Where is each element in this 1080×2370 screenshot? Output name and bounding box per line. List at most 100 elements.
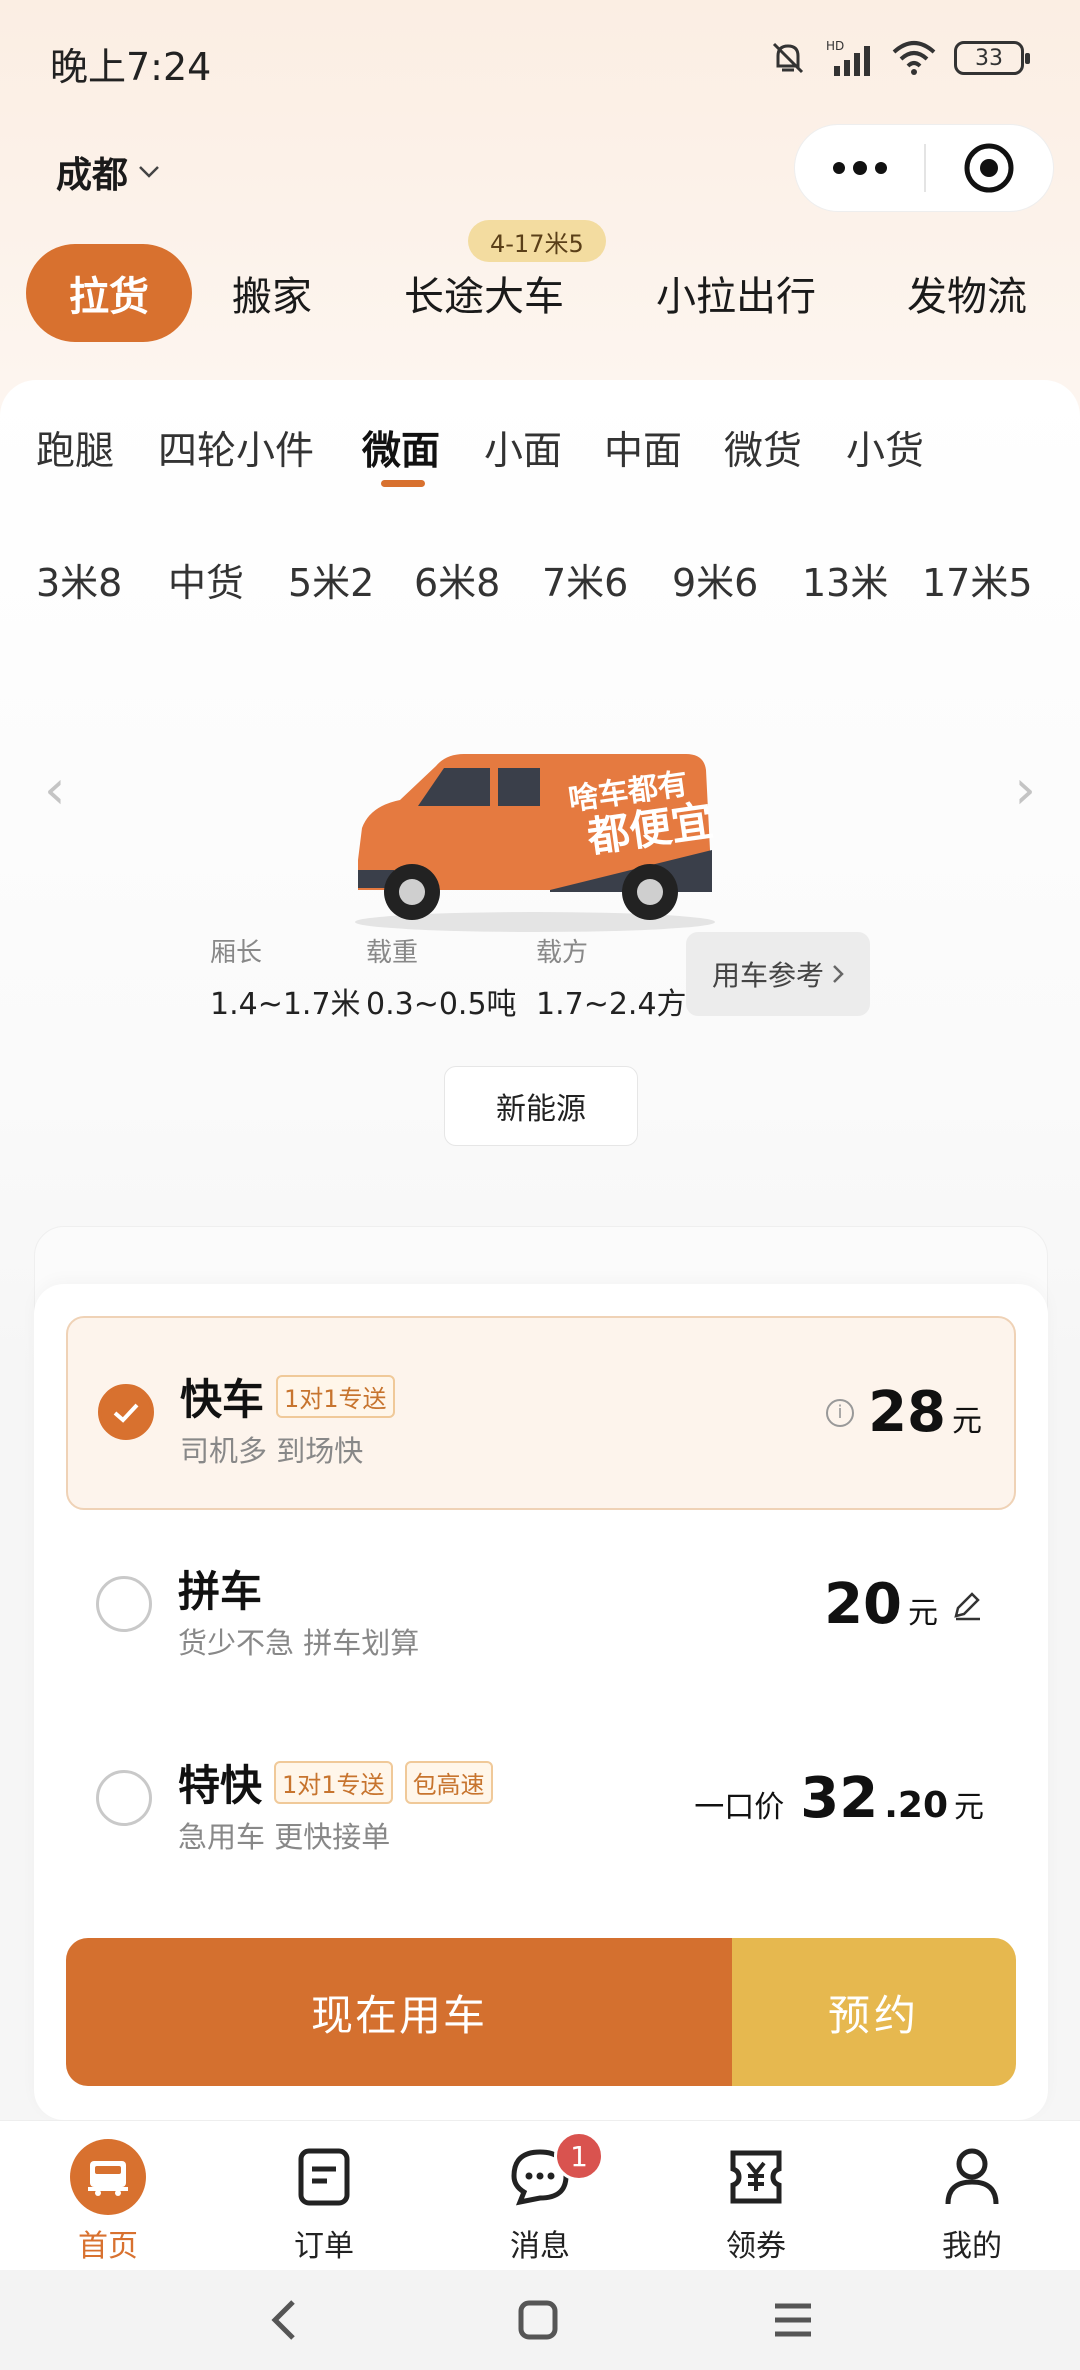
chevron-down-icon (139, 166, 159, 178)
status-time: 晚上7:24 (50, 45, 212, 89)
mini-program-capsule (794, 124, 1054, 212)
option-super-express[interactable]: 特快 1对1专送 包高速 急用车 更快接单 一口价 32 .20 元 (66, 1704, 1016, 1898)
tab-medium-van[interactable]: 中面 (604, 420, 682, 476)
option-price: i 28 元 (826, 1380, 982, 1445)
nav-label: 领券 (726, 2229, 786, 2264)
battery-icon: 33 (954, 41, 1030, 75)
option-title: 快车 1对1专送 (180, 1366, 395, 1427)
spec-label: 厢长 (210, 938, 263, 968)
tab-ride[interactable]: 小拉出行 (646, 244, 826, 342)
vehicle-reference-button[interactable]: 用车参考 (686, 932, 870, 1016)
option-subtitle: 货少不急 拼车划算 (178, 1626, 420, 1660)
nav-messages[interactable]: 1 消息 (432, 2121, 648, 2271)
close-miniprogram-button[interactable] (926, 142, 1053, 194)
spec-value: 1.4~1.7米 (210, 987, 361, 1022)
tab-small-van[interactable]: 小面 (484, 420, 562, 476)
network-type: HD (826, 39, 844, 53)
price-value: 28 (868, 1380, 946, 1445)
nav-home[interactable]: 首页 (0, 2121, 216, 2271)
next-vehicle-arrow[interactable]: › (1014, 758, 1036, 821)
tab-micro-van[interactable]: 微面 (362, 420, 440, 476)
option-express[interactable]: 快车 1对1专送 司机多 到场快 i 28 元 (66, 1316, 1016, 1510)
check-icon (113, 1403, 139, 1423)
tab-freight[interactable]: 拉货 (26, 244, 192, 342)
action-buttons: 现在用车 预约 (66, 1938, 1016, 2086)
system-navigation-bar (0, 2270, 1080, 2370)
radio-checked[interactable] (98, 1384, 154, 1440)
edit-icon[interactable] (950, 1588, 984, 1622)
option-price: 20 元 (824, 1572, 984, 1637)
price-prefix: 一口价 (694, 1790, 785, 1825)
size-tab[interactable]: 中货 (168, 552, 244, 607)
price-unit: 元 (954, 1790, 984, 1825)
nav-label: 消息 (510, 2229, 570, 2264)
tab-small-truck[interactable]: 小货 (846, 420, 924, 476)
size-tab[interactable]: 17米5 (922, 552, 1033, 607)
size-tab[interactable]: 13米 (802, 552, 888, 607)
size-tab[interactable]: 6米8 (414, 552, 500, 607)
option-name: 特快 (178, 1761, 263, 1810)
home-icon[interactable] (516, 2298, 560, 2342)
target-icon (964, 143, 1014, 193)
dot-icon (852, 161, 867, 175)
nav-label: 我的 (942, 2229, 1002, 2264)
price-unit: 元 (952, 1404, 982, 1439)
size-tab[interactable]: 3米8 (36, 552, 122, 607)
option-tag: 1对1专送 (276, 1375, 395, 1418)
option-price: 一口价 32 .20 元 (694, 1766, 984, 1831)
option-subtitle: 司机多 到场快 (180, 1434, 364, 1468)
nav-coupons[interactable]: 领券 (648, 2121, 864, 2271)
menu-icon[interactable] (771, 2300, 815, 2340)
tab-micro-truck[interactable]: 微货 (724, 420, 802, 476)
price-unit: 元 (908, 1596, 938, 1631)
coupon-icon (718, 2139, 794, 2215)
option-name: 拼车 (178, 1567, 263, 1616)
info-icon[interactable]: i (826, 1398, 855, 1427)
option-tag: 1对1专送 (274, 1761, 393, 1804)
option-carpool[interactable]: 拼车 货少不急 拼车划算 20 元 (66, 1510, 1016, 1704)
order-list-icon (286, 2139, 362, 2215)
spec-label: 载重 (366, 938, 419, 968)
tab-logistics[interactable]: 发物流 (898, 244, 1036, 342)
bottom-nav: 首页 订单 1 消息 领券 我的 (0, 2120, 1080, 2270)
size-tabs: 3米8 中货 5米2 6米8 7米6 9米6 13米 17米5 (0, 552, 1080, 612)
message-badge: 1 (554, 2131, 604, 2181)
vehicle-type-tabs: 跑腿 四轮小件 微面 小面 中面 微货 小货 (0, 420, 1080, 490)
new-energy-filter[interactable]: 新能源 (444, 1066, 638, 1146)
reserve-button[interactable]: 预约 (732, 1938, 1016, 2086)
nav-label: 订单 (294, 2229, 354, 2264)
option-subtitle: 急用车 更快接单 (178, 1820, 391, 1854)
nav-label: 首页 (78, 2229, 138, 2264)
radio-unchecked[interactable] (96, 1770, 152, 1826)
van-illustration: 啥车都有 都便宜 (355, 754, 716, 932)
tab-small-parcel[interactable]: 四轮小件 (158, 420, 314, 476)
order-options-card: 快车 1对1专送 司机多 到场快 i 28 元 拼车 货少不急 拼车划算 20 … (34, 1284, 1048, 2120)
nav-orders[interactable]: 订单 (216, 2121, 432, 2271)
dot-icon (874, 162, 887, 174)
spec-value: 0.3~0.5吨 (366, 987, 517, 1022)
radio-unchecked[interactable] (96, 1576, 152, 1632)
tab-moving[interactable]: 搬家 (212, 244, 332, 342)
tab-errand[interactable]: 跑腿 (36, 420, 114, 476)
option-title: 特快 1对1专送 包高速 (178, 1752, 493, 1813)
size-tab[interactable]: 7米6 (542, 552, 628, 607)
spec-value: 1.7~2.4方 (536, 987, 687, 1022)
truck-icon (70, 2139, 146, 2215)
spec-load: 载重 0.3~0.5吨 (366, 932, 517, 1023)
back-icon[interactable] (265, 2296, 305, 2344)
spec-volume: 载方 1.7~2.4方 (536, 932, 687, 1023)
dot-icon (832, 162, 845, 174)
order-now-button[interactable]: 现在用车 (66, 1938, 732, 2086)
status-bar: 晚上7:24 HD 33 (0, 0, 1080, 120)
prev-vehicle-arrow[interactable]: ‹ (44, 758, 66, 821)
mute-bell-icon (772, 42, 804, 74)
nav-profile[interactable]: 我的 (864, 2121, 1080, 2271)
more-options-button[interactable] (795, 161, 924, 175)
spec-label: 载方 (536, 938, 589, 968)
size-tab[interactable]: 9米6 (672, 552, 758, 607)
price-value: 32 (800, 1766, 879, 1831)
long-haul-badge: 4-17米5 (468, 220, 606, 262)
city-selector[interactable]: 成都 (56, 146, 160, 198)
spec-length: 厢长 1.4~1.7米 (210, 932, 361, 1023)
size-tab[interactable]: 5米2 (288, 552, 374, 607)
